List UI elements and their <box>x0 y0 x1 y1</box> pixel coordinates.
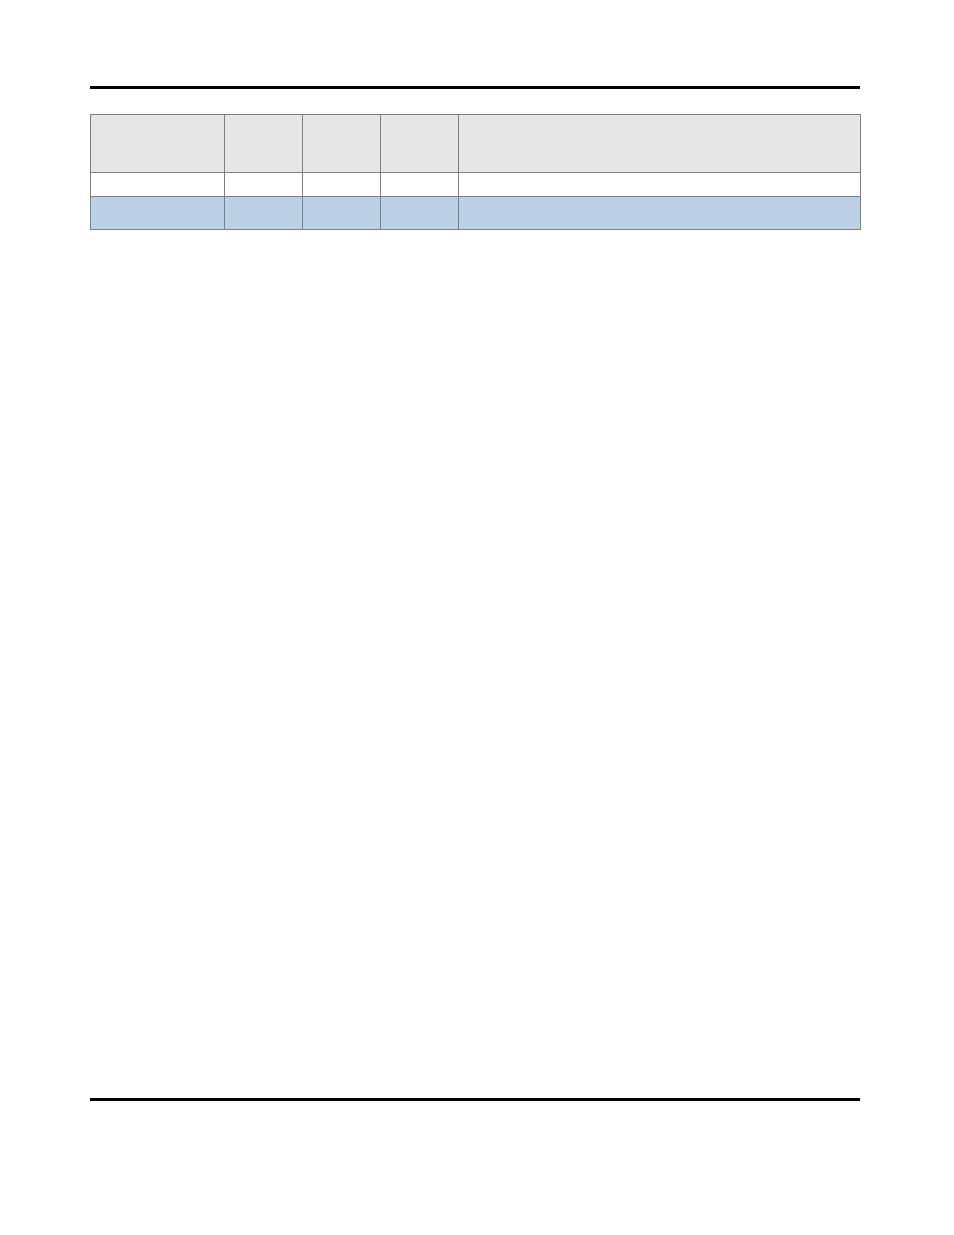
table-header-cell <box>91 115 225 173</box>
table-cell <box>459 197 861 230</box>
table-cell <box>91 197 225 230</box>
table-header-cell <box>381 115 459 173</box>
table-cell <box>459 173 861 197</box>
table-cell <box>381 173 459 197</box>
bottom-horizontal-rule <box>90 1098 860 1101</box>
document-page <box>0 0 954 1235</box>
table-header <box>91 115 861 173</box>
table-row <box>91 173 861 197</box>
table-cell <box>303 173 381 197</box>
table-row <box>91 197 861 230</box>
table-cell <box>225 173 303 197</box>
table-cell <box>381 197 459 230</box>
table-body <box>91 173 861 230</box>
table-cell <box>303 197 381 230</box>
table-cell <box>91 173 225 197</box>
table-cell <box>225 197 303 230</box>
table-header-row <box>91 115 861 173</box>
table-header-cell <box>459 115 861 173</box>
data-table <box>90 114 861 230</box>
top-horizontal-rule <box>90 86 860 89</box>
table-header-cell <box>225 115 303 173</box>
table-header-cell <box>303 115 381 173</box>
